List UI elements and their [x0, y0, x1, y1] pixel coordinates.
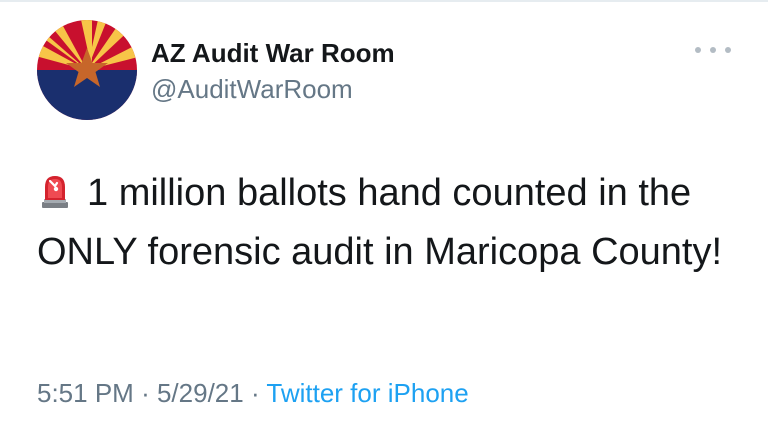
author-display-name[interactable]: AZ Audit War Room [151, 37, 395, 69]
rotating-light-siren-icon [42, 176, 68, 208]
more-dot [725, 47, 731, 53]
tweet-body-text: 1 million ballots hand counted in the ON… [37, 172, 723, 273]
arizona-flag-avatar-icon [37, 20, 137, 120]
meta-separator: · [250, 378, 260, 408]
tweet-date[interactable]: 5/29/21 [157, 378, 244, 408]
avatar[interactable] [37, 20, 137, 120]
more-dot [710, 47, 716, 53]
more-horizontal-icon [695, 47, 701, 53]
tweet-source-link[interactable]: Twitter for iPhone [266, 378, 468, 408]
meta-separator: · [141, 378, 150, 408]
more-options-button[interactable] [695, 38, 731, 62]
tweet-meta: 5:51 PM · 5/29/21 · Twitter for iPhone [37, 376, 469, 410]
author-handle[interactable]: @AuditWarRoom [151, 73, 353, 105]
top-divider [0, 0, 768, 2]
tweet-text: 1 million ballots hand counted in the ON… [37, 164, 737, 282]
tweet-time[interactable]: 5:51 PM [37, 378, 134, 408]
